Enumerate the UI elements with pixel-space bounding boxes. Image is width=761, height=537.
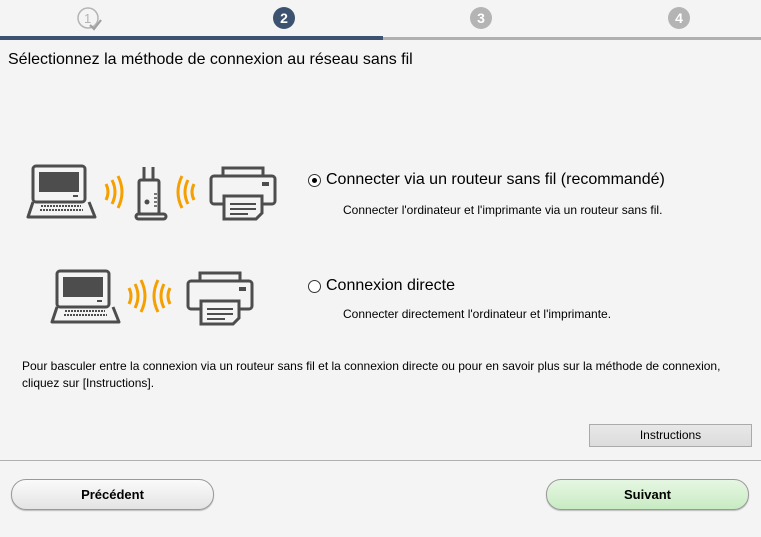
- router-icon: [134, 167, 168, 221]
- instructions-button[interactable]: Instructions: [589, 424, 752, 447]
- wifi-waves-icon: [104, 174, 124, 210]
- printer-icon: [209, 166, 277, 221]
- progress-remaining: [383, 37, 761, 40]
- option-direct-description: Connecter directement l'ordinateur et l'…: [343, 307, 612, 321]
- svg-text:1: 1: [84, 11, 91, 26]
- wifi-waves-icon: [176, 174, 196, 210]
- radio-direct[interactable]: [308, 279, 321, 293]
- laptop-icon: [50, 269, 121, 324]
- radio-router[interactable]: [308, 173, 321, 187]
- progress-done: [0, 36, 383, 40]
- illustrations: [26, 164, 277, 326]
- step-4: 4: [668, 7, 690, 29]
- page-title: Sélectionnez la méthode de connexion au …: [8, 51, 413, 68]
- option-direct[interactable]: Connexion directe: [308, 277, 455, 295]
- option-router[interactable]: Connecter via un routeur sans fil (recom…: [308, 171, 665, 189]
- check-circle-icon: 1: [77, 7, 102, 31]
- wifi-waves-icon: [152, 278, 172, 314]
- step-3: 3: [470, 7, 492, 29]
- wifi-waves-icon: [127, 278, 147, 314]
- divider: [0, 460, 761, 461]
- option-direct-label[interactable]: Connexion directe: [326, 277, 455, 295]
- laptop-icon: [26, 164, 97, 219]
- option-router-label[interactable]: Connecter via un routeur sans fil (recom…: [326, 171, 665, 189]
- help-note: Pour basculer entre la connexion via un …: [22, 359, 721, 390]
- option-router-description: Connecter l'ordinateur et l'imprimante v…: [343, 203, 663, 217]
- step-1-done: 1 1: [77, 7, 102, 31]
- printer-icon: [186, 271, 254, 326]
- step-2-current: 2: [273, 7, 295, 29]
- next-button[interactable]: Suivant: [546, 479, 749, 510]
- back-button[interactable]: Précédent: [11, 479, 214, 510]
